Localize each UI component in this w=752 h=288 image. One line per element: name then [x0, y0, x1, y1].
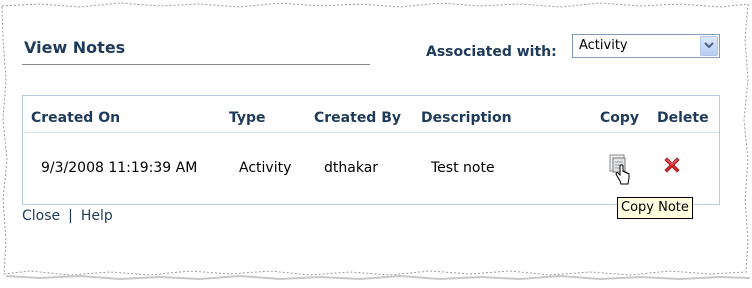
link-separator: |	[68, 208, 73, 224]
cell-created-by: dthakar	[324, 160, 379, 176]
associated-with-label: Associated with:	[426, 44, 557, 60]
header-divider	[23, 132, 719, 133]
view-notes-page: View Notes Associated with: Activity Cre…	[0, 0, 752, 288]
cell-description: Test note	[431, 160, 495, 176]
delete-x-icon[interactable]	[663, 156, 681, 174]
copy-note-tooltip: Copy Note	[617, 197, 693, 219]
cell-type: Activity	[239, 160, 292, 176]
view-notes-panel: View Notes Associated with: Activity Cre…	[0, 0, 752, 288]
col-header-description[interactable]: Description	[421, 110, 512, 126]
notes-table: Created On Type Created By Description C…	[22, 95, 720, 205]
associated-with-select[interactable]: Activity	[572, 34, 720, 58]
col-header-created-on[interactable]: Created On	[31, 110, 120, 126]
footer-links: Close | Help	[22, 208, 113, 224]
col-header-copy: Copy	[600, 110, 640, 126]
col-header-type[interactable]: Type	[229, 110, 266, 126]
close-link[interactable]: Close	[22, 208, 60, 224]
associated-with-value: Activity	[579, 38, 628, 53]
col-header-delete: Delete	[657, 110, 709, 126]
page-title: View Notes	[24, 38, 126, 57]
hand-pointer-icon	[615, 164, 630, 185]
help-link[interactable]: Help	[81, 208, 113, 224]
chevron-down-icon	[704, 42, 714, 49]
dropdown-button[interactable]	[700, 36, 718, 56]
title-divider	[22, 64, 370, 65]
col-header-created-by[interactable]: Created By	[314, 110, 401, 126]
cell-created-on: 9/3/2008 11:19:39 AM	[41, 160, 198, 176]
